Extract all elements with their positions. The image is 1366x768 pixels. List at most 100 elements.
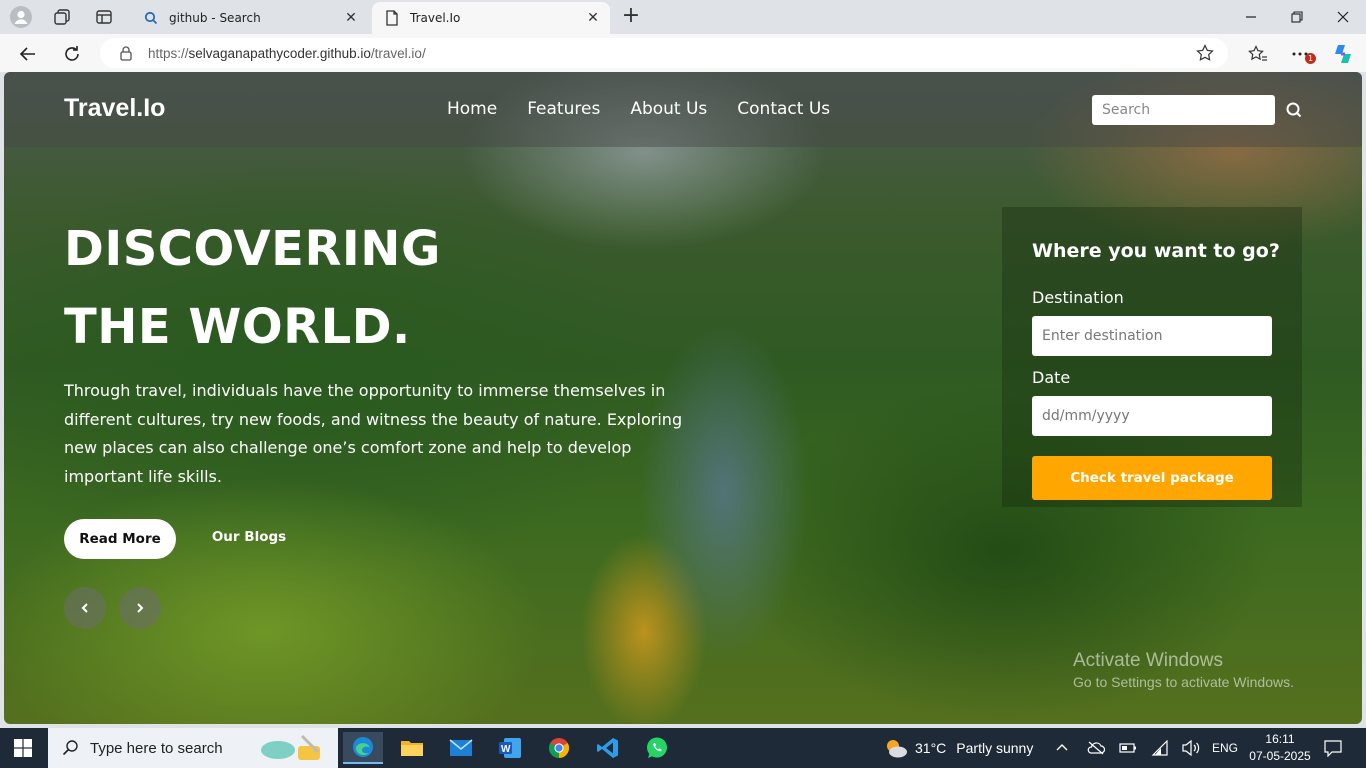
svg-text:W: W bbox=[501, 744, 511, 755]
site-header: Travel.Io Home Features About Us Contact… bbox=[4, 72, 1362, 147]
activate-windows-watermark: Activate Windows Go to Settings to activ… bbox=[1073, 650, 1294, 690]
network-status[interactable] bbox=[1151, 728, 1169, 768]
date-label: Date bbox=[1032, 368, 1071, 387]
new-tab-icon[interactable]: + bbox=[620, 5, 642, 28]
battery-icon bbox=[1119, 743, 1136, 753]
mail-icon bbox=[449, 739, 473, 756]
read-more-button[interactable]: Read More bbox=[64, 519, 176, 559]
restore-icon[interactable] bbox=[1286, 6, 1308, 28]
vscode-icon bbox=[597, 738, 618, 758]
tab-travel-io[interactable]: Travel.Io ✕ bbox=[372, 2, 610, 34]
hero-headline: DISCOVERING THE WORLD. bbox=[64, 210, 441, 366]
taskbar-search-box[interactable]: Type here to search bbox=[48, 728, 338, 768]
headline-line-2: THE WORLD. bbox=[64, 299, 411, 355]
url-text: https://selvaganapathycoder.github.io/tr… bbox=[148, 46, 426, 61]
headline-line-1: DISCOVERING bbox=[64, 221, 441, 277]
lock-icon[interactable] bbox=[118, 45, 134, 61]
notifications-icon bbox=[1324, 740, 1342, 757]
refresh-icon[interactable] bbox=[60, 42, 84, 66]
site-nav: Home Features About Us Contact Us bbox=[447, 99, 830, 119]
bing-search-icon bbox=[143, 10, 159, 26]
search-icon bbox=[62, 739, 80, 757]
tab-title: github - Search bbox=[169, 11, 261, 25]
partly-sunny-icon bbox=[887, 740, 907, 758]
favorites-icon[interactable] bbox=[1246, 42, 1270, 66]
close-tab-icon[interactable]: ✕ bbox=[584, 9, 602, 27]
tab-actions-icon[interactable] bbox=[93, 6, 115, 28]
weather-widget[interactable]: 31°C Partly sunny bbox=[883, 728, 1033, 768]
search-highlight-illustration bbox=[261, 734, 320, 760]
chrome-icon bbox=[548, 738, 570, 759]
minimize-icon[interactable] bbox=[1240, 6, 1262, 28]
speaker-icon bbox=[1182, 740, 1200, 756]
nav-home[interactable]: Home bbox=[447, 99, 497, 119]
back-icon[interactable] bbox=[16, 42, 40, 66]
taskbar-whatsapp[interactable] bbox=[637, 732, 677, 764]
input-language[interactable]: ENG bbox=[1212, 728, 1238, 768]
weather-temperature: 31°C bbox=[915, 740, 947, 756]
prev-slide-button[interactable] bbox=[64, 587, 106, 629]
windows-start-icon[interactable] bbox=[14, 739, 32, 757]
search-icon[interactable] bbox=[1283, 99, 1305, 121]
close-tab-icon[interactable]: ✕ bbox=[342, 9, 360, 27]
nav-about-us[interactable]: About Us bbox=[630, 99, 707, 119]
next-slide-button[interactable] bbox=[119, 587, 161, 629]
date-input[interactable] bbox=[1032, 396, 1272, 436]
page-viewport: Travel.Io Home Features About Us Contact… bbox=[4, 72, 1362, 724]
windows-taskbar: Type here to search W 31°C Partly sunny bbox=[0, 728, 1366, 768]
taskbar-file-explorer[interactable] bbox=[392, 732, 432, 764]
favorite-star-icon[interactable] bbox=[1196, 44, 1214, 62]
page-icon bbox=[384, 10, 400, 26]
wifi-icon bbox=[1151, 740, 1168, 756]
url-host: selvaganapathycoder.github.io bbox=[188, 45, 371, 61]
taskbar-edge[interactable] bbox=[343, 732, 383, 764]
nav-features[interactable]: Features bbox=[527, 99, 600, 119]
site-search-input[interactable] bbox=[1092, 95, 1275, 125]
tab-github-search[interactable]: github - Search ✕ bbox=[131, 2, 368, 34]
clock-date: 07-05-2025 bbox=[1249, 749, 1311, 763]
chevron-left-icon bbox=[81, 603, 88, 613]
weather-description: Partly sunny bbox=[956, 740, 1034, 756]
chevron-up-icon bbox=[1056, 744, 1068, 751]
notification-badge: 1 bbox=[1305, 53, 1316, 64]
watermark-subtitle: Go to Settings to activate Windows. bbox=[1073, 674, 1294, 690]
browser-toolbar: https://selvaganapathycoder.github.io/tr… bbox=[0, 34, 1366, 72]
watermark-title: Activate Windows bbox=[1073, 650, 1223, 671]
taskbar-mail[interactable] bbox=[441, 732, 481, 764]
profile-icon[interactable] bbox=[10, 6, 32, 28]
url-scheme: https:// bbox=[148, 45, 189, 61]
booking-card: Where you want to go? Destination Date C… bbox=[1002, 207, 1302, 507]
edge-icon bbox=[353, 737, 373, 757]
destination-input[interactable] bbox=[1032, 316, 1272, 356]
site-logo[interactable]: Travel.Io bbox=[64, 94, 165, 123]
show-hidden-icons[interactable] bbox=[1055, 728, 1069, 768]
booking-title: Where you want to go? bbox=[1032, 240, 1280, 262]
address-bar[interactable]: https://selvaganapathycoder.github.io/tr… bbox=[100, 38, 1228, 68]
battery-status[interactable] bbox=[1119, 728, 1137, 768]
browser-tab-strip: github - Search ✕ Travel.Io ✕ + bbox=[0, 0, 1366, 34]
close-window-icon[interactable] bbox=[1332, 6, 1354, 28]
check-travel-package-button[interactable]: Check travel package bbox=[1032, 456, 1272, 500]
clock-time: 16:11 bbox=[1265, 732, 1295, 746]
word-icon: W bbox=[499, 738, 521, 758]
system-clock[interactable]: 16:11 07-05-2025 bbox=[1249, 731, 1311, 765]
onedrive-status[interactable] bbox=[1087, 728, 1105, 768]
chevron-right-icon bbox=[137, 603, 144, 613]
tab-title: Travel.Io bbox=[410, 11, 461, 25]
taskbar-vscode[interactable] bbox=[588, 732, 628, 764]
workspaces-icon[interactable] bbox=[51, 6, 73, 28]
taskbar-chrome[interactable] bbox=[539, 732, 579, 764]
copilot-icon[interactable] bbox=[1331, 42, 1355, 66]
whatsapp-icon bbox=[647, 737, 667, 758]
action-center[interactable] bbox=[1323, 728, 1343, 768]
taskbar-word[interactable]: W bbox=[490, 732, 530, 764]
our-blogs-link[interactable]: Our Blogs bbox=[199, 529, 299, 545]
taskbar-search-placeholder: Type here to search bbox=[90, 739, 223, 757]
volume-control[interactable] bbox=[1181, 728, 1201, 768]
nav-contact-us[interactable]: Contact Us bbox=[737, 99, 830, 119]
url-path: /travel.io/ bbox=[370, 45, 426, 61]
cloud-offline-icon bbox=[1087, 741, 1105, 755]
hero-description: Through travel, individuals have the opp… bbox=[64, 381, 683, 486]
destination-label: Destination bbox=[1032, 288, 1124, 307]
folder-icon bbox=[401, 741, 423, 756]
